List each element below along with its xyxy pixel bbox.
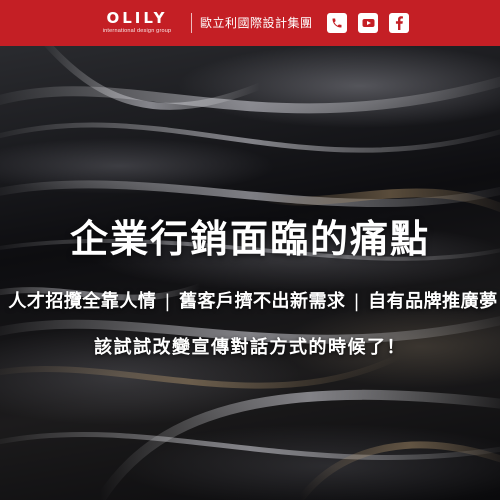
facebook-icon <box>395 16 403 30</box>
pain-point: 舊客戶擠不出新需求 <box>179 291 346 312</box>
pain-point: 自有品牌推廣夢 <box>368 291 498 312</box>
pain-point: 人才招攬全靠人情 <box>8 291 157 312</box>
phone-icon <box>332 18 342 28</box>
pain-points-line: 人才招攬全靠人情 | 舊客戶擠不出新需求 | 自有品牌推廣夢 <box>0 290 500 314</box>
youtube-icon <box>362 19 374 27</box>
hero-subheadline: 該試試改變宣傳對話方式的時候了！ <box>94 337 406 358</box>
phone-button[interactable] <box>327 13 347 33</box>
header-divider <box>191 13 192 33</box>
pain-point-separator: | <box>164 291 171 312</box>
hero-banner: 企業行銷面臨的痛點 人才招攬全靠人情 | 舊客戶擠不出新需求 | 自有品牌推廣夢 該試試… <box>0 46 500 500</box>
company-name: 歐立利國際設計集團 <box>200 16 313 30</box>
top-header-bar: OLILY international design group 歐立利國際設計… <box>0 0 500 46</box>
olily-logo[interactable]: OLILY international design group <box>92 10 182 36</box>
logo-tagline: international design group <box>102 28 172 34</box>
logo-wordmark: OLILY <box>106 9 168 27</box>
youtube-button[interactable] <box>358 13 378 33</box>
hero-headline: 企業行銷面臨的痛點 <box>69 217 430 261</box>
hero-background-image <box>0 46 500 500</box>
pain-point-separator: | <box>353 291 361 312</box>
facebook-button[interactable] <box>389 13 409 33</box>
